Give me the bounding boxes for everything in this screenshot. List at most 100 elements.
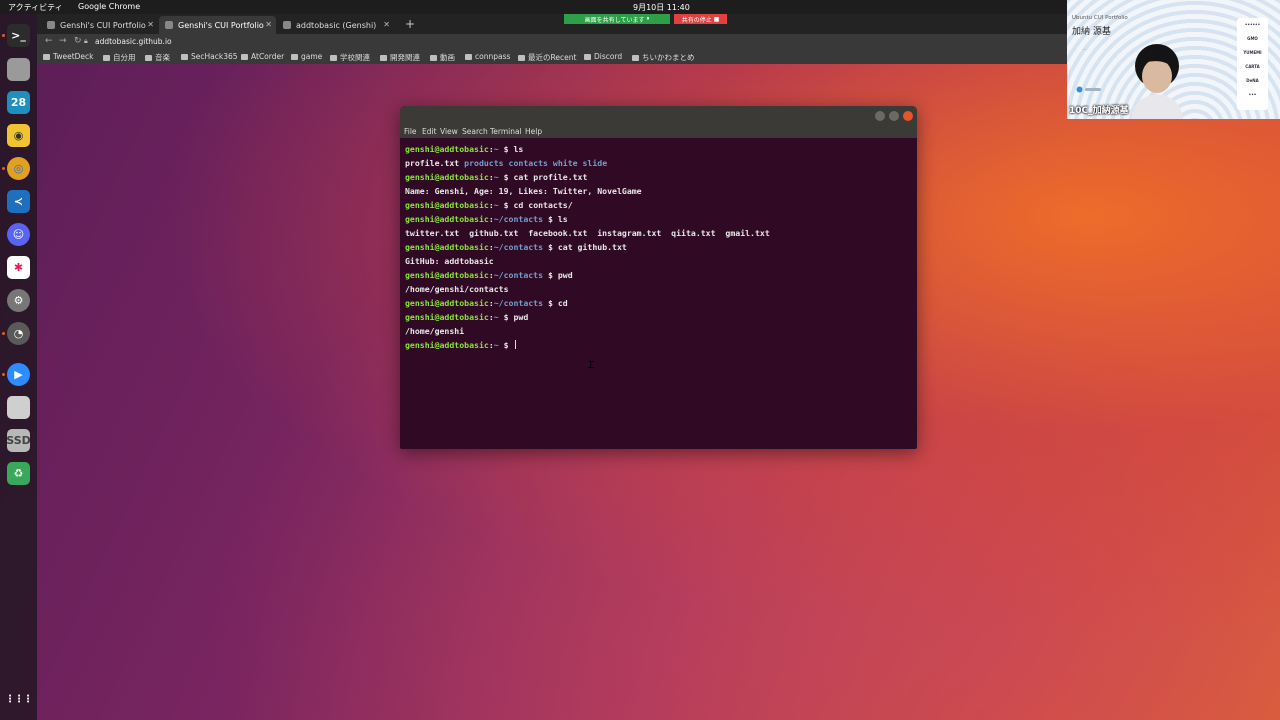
- meeting-status-icons: [1076, 86, 1101, 93]
- bookmark-item[interactable]: 開発関連: [380, 52, 420, 63]
- dock-files-icon[interactable]: [7, 58, 30, 81]
- terminal-window[interactable]: File Edit View Search Terminal Help genshi@ad…: [400, 106, 917, 449]
- terminal-menu-view[interactable]: View: [440, 127, 458, 136]
- dock-ssd-icon[interactable]: SSD: [6, 429, 31, 452]
- prompt-line: genshi@addtobasic:~ $: [405, 338, 912, 352]
- browser-tab[interactable]: Genshi's CUI Portfolio ✕: [41, 16, 158, 34]
- terminal-menubar: File Edit View Search Terminal Help: [400, 126, 917, 138]
- output-line: /home/genshi: [405, 326, 465, 336]
- dock-trash-icon[interactable]: ♻: [7, 462, 30, 485]
- dock-settings-icon[interactable]: ⚙: [7, 289, 30, 312]
- bookmark-folder-icon: [518, 55, 525, 61]
- sponsor-logo: ••••••: [1244, 22, 1261, 27]
- bookmark-item[interactable]: ちいかわまとめ: [632, 52, 695, 63]
- dock-terminal-icon[interactable]: >_: [7, 24, 30, 47]
- bookmark-folder-icon: [465, 54, 472, 60]
- bookmark-folder-icon: [241, 54, 248, 60]
- tab-close-icon[interactable]: ✕: [265, 20, 272, 29]
- bookmark-item[interactable]: Discord: [584, 52, 622, 61]
- dock-calendar-icon[interactable]: 28: [7, 91, 30, 114]
- dock-running-indicator: [2, 332, 5, 335]
- browser-tab[interactable]: Genshi's CUI Portfolio ✕: [159, 16, 276, 34]
- cam-note: …: [1083, 46, 1087, 51]
- participant-name: 10C_加納源基: [1069, 106, 1129, 116]
- clock[interactable]: 9月10日 11:40: [633, 2, 690, 13]
- bookmark-item[interactable]: SecHack365: [181, 52, 238, 61]
- forward-icon[interactable]: →: [59, 36, 67, 46]
- bookmarks-bar: TweetDeck 自分用 音楽 SecHack365 AtCorder game 学校関連…: [37, 50, 1067, 64]
- bookmark-item[interactable]: game: [291, 52, 322, 61]
- tab-title: Genshi's CUI Portfolio: [60, 20, 146, 30]
- dock: >_ 28 ◉ ◎ ≺ ☺ ✱ ⚙ ◔ ▶ SSD ♻ ⋮⋮⋮: [0, 14, 37, 720]
- address-bar[interactable]: addtobasic.github.io: [95, 37, 172, 46]
- screen-share-indicator: 画面を共有しています ⏸: [564, 14, 670, 24]
- dock-clock-icon[interactable]: ◔: [7, 322, 30, 345]
- tab-title: Genshi's CUI Portfolio: [178, 20, 264, 30]
- bookmark-item[interactable]: 最近のRecent: [518, 52, 576, 63]
- dock-text-editor-icon[interactable]: [7, 396, 30, 419]
- bookmark-folder-icon: [330, 55, 337, 61]
- show-applications-icon[interactable]: ⋮⋮⋮: [5, 688, 33, 711]
- tab-favicon-icon: [165, 21, 173, 29]
- prompt-line: genshi@addtobasic:~ $ cd contacts/: [405, 200, 573, 210]
- terminal-menu-help[interactable]: Help: [525, 127, 542, 136]
- lock-icon[interactable]: 🔒︎: [84, 37, 88, 46]
- terminal-menu-terminal[interactable]: Terminal: [490, 127, 522, 136]
- dock-discord-icon[interactable]: ☺: [7, 223, 30, 246]
- minimize-icon[interactable]: [875, 111, 885, 121]
- output-line: /home/genshi/contacts: [405, 284, 509, 294]
- prompt-line: genshi@addtobasic:~/contacts $ cat githu…: [405, 242, 627, 252]
- tab-favicon-icon: [283, 21, 291, 29]
- activities-button[interactable]: アクティビティ: [8, 2, 63, 13]
- app-menu[interactable]: Google Chrome: [78, 2, 140, 11]
- dock-running-indicator: [2, 373, 5, 376]
- terminal-output[interactable]: genshi@addtobasic:~ $ ls profile.txt prod…: [405, 142, 912, 445]
- tab-favicon-icon: [47, 21, 55, 29]
- bookmark-item[interactable]: connpass: [465, 52, 510, 61]
- stop-sharing-button[interactable]: 共有の停止 ■: [674, 14, 727, 24]
- bookmark-folder-icon: [43, 54, 50, 60]
- tab-close-icon[interactable]: ✕: [383, 20, 390, 29]
- bookmark-item[interactable]: TweetDeck: [43, 52, 94, 61]
- terminal-menu-search[interactable]: Search: [462, 127, 488, 136]
- back-icon[interactable]: ←: [45, 36, 53, 46]
- dock-slack-icon[interactable]: ✱: [7, 256, 30, 279]
- output-line: Name: Genshi, Age: 19, Likes: Twitter, N…: [405, 186, 642, 196]
- sponsor-logo: CARTA: [1245, 64, 1260, 69]
- prompt-line: genshi@addtobasic:~/contacts $ pwd: [405, 270, 573, 280]
- terminal-menu-edit[interactable]: Edit: [422, 127, 437, 136]
- sponsor-logo: GMO: [1247, 36, 1258, 41]
- dock-rhythmbox-icon[interactable]: ◉: [7, 124, 30, 147]
- dock-vscode-icon[interactable]: ≺: [7, 190, 30, 213]
- prompt-line: genshi@addtobasic:~/contacts $ ls: [405, 214, 568, 224]
- bookmark-folder-icon: [380, 55, 387, 61]
- bookmark-folder-icon: [291, 54, 298, 60]
- terminal-titlebar[interactable]: [400, 106, 917, 126]
- dock-chrome-icon[interactable]: ◎: [7, 157, 30, 180]
- bookmark-folder-icon: [632, 55, 639, 61]
- sponsor-panel: •••••• GMO YUMEMI CARTA DeNA •••: [1237, 18, 1268, 110]
- bookmark-item[interactable]: 自分用: [103, 52, 136, 63]
- bookmark-folder-icon: [103, 55, 110, 61]
- bookmark-item[interactable]: 学校関連: [330, 52, 370, 63]
- sponsor-logo: •••: [1248, 92, 1257, 97]
- tab-close-icon[interactable]: ✕: [147, 20, 154, 29]
- reload-icon[interactable]: ↻: [74, 36, 82, 46]
- sponsor-logo: YUMEMI: [1243, 50, 1262, 55]
- prompt-line: genshi@addtobasic:~ $ pwd: [405, 312, 529, 322]
- close-icon[interactable]: [903, 111, 913, 121]
- bookmark-folder-icon: [584, 54, 591, 60]
- bookmark-item[interactable]: 音楽: [145, 52, 170, 63]
- maximize-icon[interactable]: [889, 111, 899, 121]
- terminal-menu-file[interactable]: File: [404, 127, 417, 136]
- dock-running-indicator: [2, 34, 5, 37]
- bookmark-item[interactable]: AtCorder: [241, 52, 284, 61]
- bookmark-item[interactable]: 動画: [430, 52, 455, 63]
- dock-zoom-icon[interactable]: ▶: [7, 363, 30, 386]
- bookmark-folder-icon: [145, 55, 152, 61]
- new-tab-button[interactable]: +: [405, 17, 415, 31]
- cam-subtitle: Ubuntu CUI Portfolio: [1072, 15, 1128, 21]
- browser-tab[interactable]: addtobasic (Genshi) ✕: [277, 16, 394, 34]
- tab-title: addtobasic (Genshi): [296, 20, 377, 30]
- text-cursor-icon: Ɪ: [588, 360, 594, 371]
